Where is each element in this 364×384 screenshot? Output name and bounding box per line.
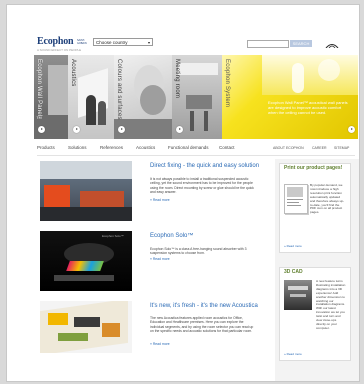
saint-gobain-logo[interactable]: SAINT-GOBAIN [319,35,345,58]
nav-util-career[interactable]: CAREER [312,146,327,150]
read-more-link[interactable]: » Read more [150,342,170,346]
article-image-solo[interactable]: Ecophon Solo™ [40,231,132,291]
read-more-link[interactable]: » Read more [150,257,170,261]
banner-panel-label: Ecophon System [224,59,230,108]
play-icon[interactable] [176,126,183,133]
search-button[interactable]: SEARCH [290,40,312,47]
chevron-down-icon: ▾ [147,40,150,45]
article-image-direct-fixing[interactable] [40,161,132,221]
read-more-link[interactable]: » Read more [284,352,302,356]
print-pages-text: By popular demand, we now introduce a hi… [310,183,346,215]
banner-panel-ecophon-system[interactable]: Ecophon System [222,55,358,139]
article-text: The new Acoustica features applied room … [150,316,254,333]
article-title[interactable]: It's new, it's fresh - it's the new Acou… [150,303,258,309]
banner-panel-label: Ecophon Wall Panel™ [36,59,42,123]
main-nav: Products Solutions References Acoustics … [37,145,355,153]
cad-3d-text: A new feature turns illustrating install… [316,279,346,331]
sidebar: Print our product pages! By popular dema… [275,159,359,381]
nav-item-products[interactable]: Products [37,145,55,150]
solo-image-caption: Ecophon Solo™ [102,234,124,238]
play-icon[interactable] [118,126,125,133]
cad-3d-title[interactable]: 3D CAD [284,269,346,275]
ecophon-logo[interactable]: Ecophon SAINT-GOBAIN A SOUND EFFECT ON P… [37,36,89,52]
country-select-value: Choose country [96,40,128,45]
article-text: Ecophon Solo™ is a class A free-hanging … [150,247,247,256]
cad-preview-image [284,280,312,310]
nav-item-references[interactable]: References [100,145,123,150]
logo-tagline: A SOUND EFFECT ON PEOPLE [37,48,82,52]
logo-badge: SAINT-GOBAIN [77,39,87,45]
nav-item-contact[interactable]: Contact [219,145,235,150]
hero-banner: Ecophon Wall Panel™ Acoustics Colours an… [34,55,358,139]
cad-3d-text-body: A new feature turns illustrating install… [316,279,346,330]
play-icon[interactable] [38,126,45,133]
nav-item-acoustics[interactable]: Acoustics [136,145,155,150]
read-more-link[interactable]: » Read more [150,198,170,202]
banner-panel-label: Meeting room [174,59,180,99]
saint-gobain-arch-icon [325,43,339,49]
play-icon[interactable] [348,126,355,133]
print-pages-title[interactable]: Print our product pages! [284,165,346,171]
banner-panel-acoustics[interactable]: Acoustics [68,55,114,139]
print-preview-image [284,184,308,214]
article-text: It is not always possible to install a t… [150,177,254,194]
banner-panel-label: Colours and surfaces [116,59,122,120]
print-pages-box: Print our product pages! By popular dema… [279,163,351,253]
logo-wordmark: Ecophon [37,36,74,47]
nav-util-about[interactable]: ABOUT ECOPHON [273,146,304,150]
country-select[interactable]: Choose country ▾ [93,38,153,46]
article-image-acoustica[interactable] [40,301,132,353]
print-pages-text-body: By popular demand, we now introduce a hi… [310,183,345,215]
article-title[interactable]: Ecophon Solo™ [150,233,193,239]
banner-panel-meeting-room[interactable]: Meeting room [172,55,222,139]
banner-panel-wall-panel[interactable]: Ecophon Wall Panel™ [34,55,68,139]
banner-panel-colours[interactable]: Colours and surfaces [114,55,172,139]
play-icon[interactable] [73,126,80,133]
banner-feature-text: Ecophon Wall Panel™ acoustical wall pane… [268,100,348,115]
nav-item-functional-demands[interactable]: Functional demands [168,145,209,150]
page: Ecophon SAINT-GOBAIN A SOUND EFFECT ON P… [6,4,360,382]
article-title[interactable]: Direct fixing - the quick and easy solut… [150,163,259,169]
nav-item-solutions[interactable]: Solutions [68,145,87,150]
read-more-link[interactable]: » Read more [284,244,302,248]
search-input[interactable] [247,40,289,48]
cad-3d-box: 3D CAD A new feature turns illustrating … [279,267,351,361]
nav-divider [37,155,355,156]
nav-util-sitemap[interactable]: SITEMAP [334,146,349,150]
banner-panel-label: Acoustics [70,59,76,87]
